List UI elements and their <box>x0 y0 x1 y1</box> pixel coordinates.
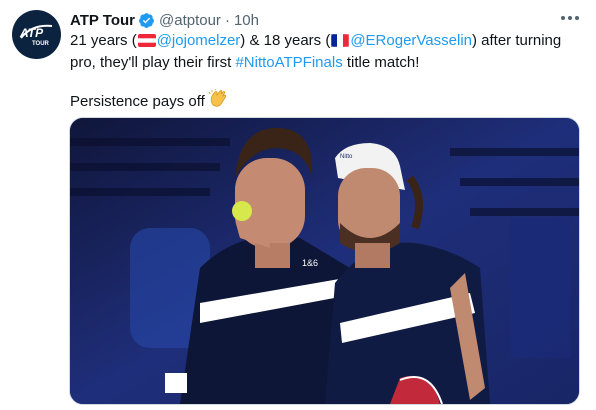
tennis-players-photo: 1&6 Nitto <box>70 118 579 404</box>
account-name[interactable]: ATP Tour <box>70 12 135 29</box>
text-segment: 21 years ( <box>70 32 137 49</box>
text-segment: ) & 18 years ( <box>240 32 331 49</box>
shirt-text: 1&6 <box>302 258 318 268</box>
atp-logo-icon: ATP TOUR <box>19 24 53 47</box>
separator-dot: · <box>224 11 230 29</box>
tweet-paragraph-1: 21 years ( @jojomelzer) & 18 years ( @ERog… <box>70 31 575 73</box>
verified-badge-icon <box>138 12 155 29</box>
more-options-icon[interactable] <box>558 8 582 28</box>
tweet-card[interactable]: ATP TOUR ATP Tour @atptour · 10h 21 year… <box>0 0 596 410</box>
tweet-header: ATP Tour @atptour · 10h <box>70 10 259 30</box>
avatar[interactable]: ATP TOUR <box>12 10 61 59</box>
tweet-paragraph-2: Persistence pays off <box>70 88 575 115</box>
logo-text-tour: TOUR <box>32 41 50 47</box>
mention-erogervasselin[interactable]: @ERogerVasselin <box>350 32 472 49</box>
clapping-hands-icon <box>208 88 228 115</box>
tweet-timestamp[interactable]: 10h <box>234 12 259 29</box>
account-handle[interactable]: @atptour <box>159 12 221 29</box>
austria-flag-icon <box>137 33 156 53</box>
tweet-photo[interactable]: 1&6 Nitto <box>69 117 580 405</box>
mention-jojomelzer[interactable]: @jojomelzer <box>157 32 241 49</box>
text-segment: Persistence pays off <box>70 93 205 110</box>
hashtag-nittoatpfinals[interactable]: #NittoATPFinals <box>235 54 342 71</box>
logo-text-atp: ATP <box>19 26 44 40</box>
tweet-text: 21 years ( @jojomelzer) & 18 years ( @ERog… <box>70 31 575 115</box>
text-segment: title match! <box>342 54 420 71</box>
cap-logo-text: Nitto <box>340 154 353 160</box>
france-flag-icon <box>331 33 350 53</box>
